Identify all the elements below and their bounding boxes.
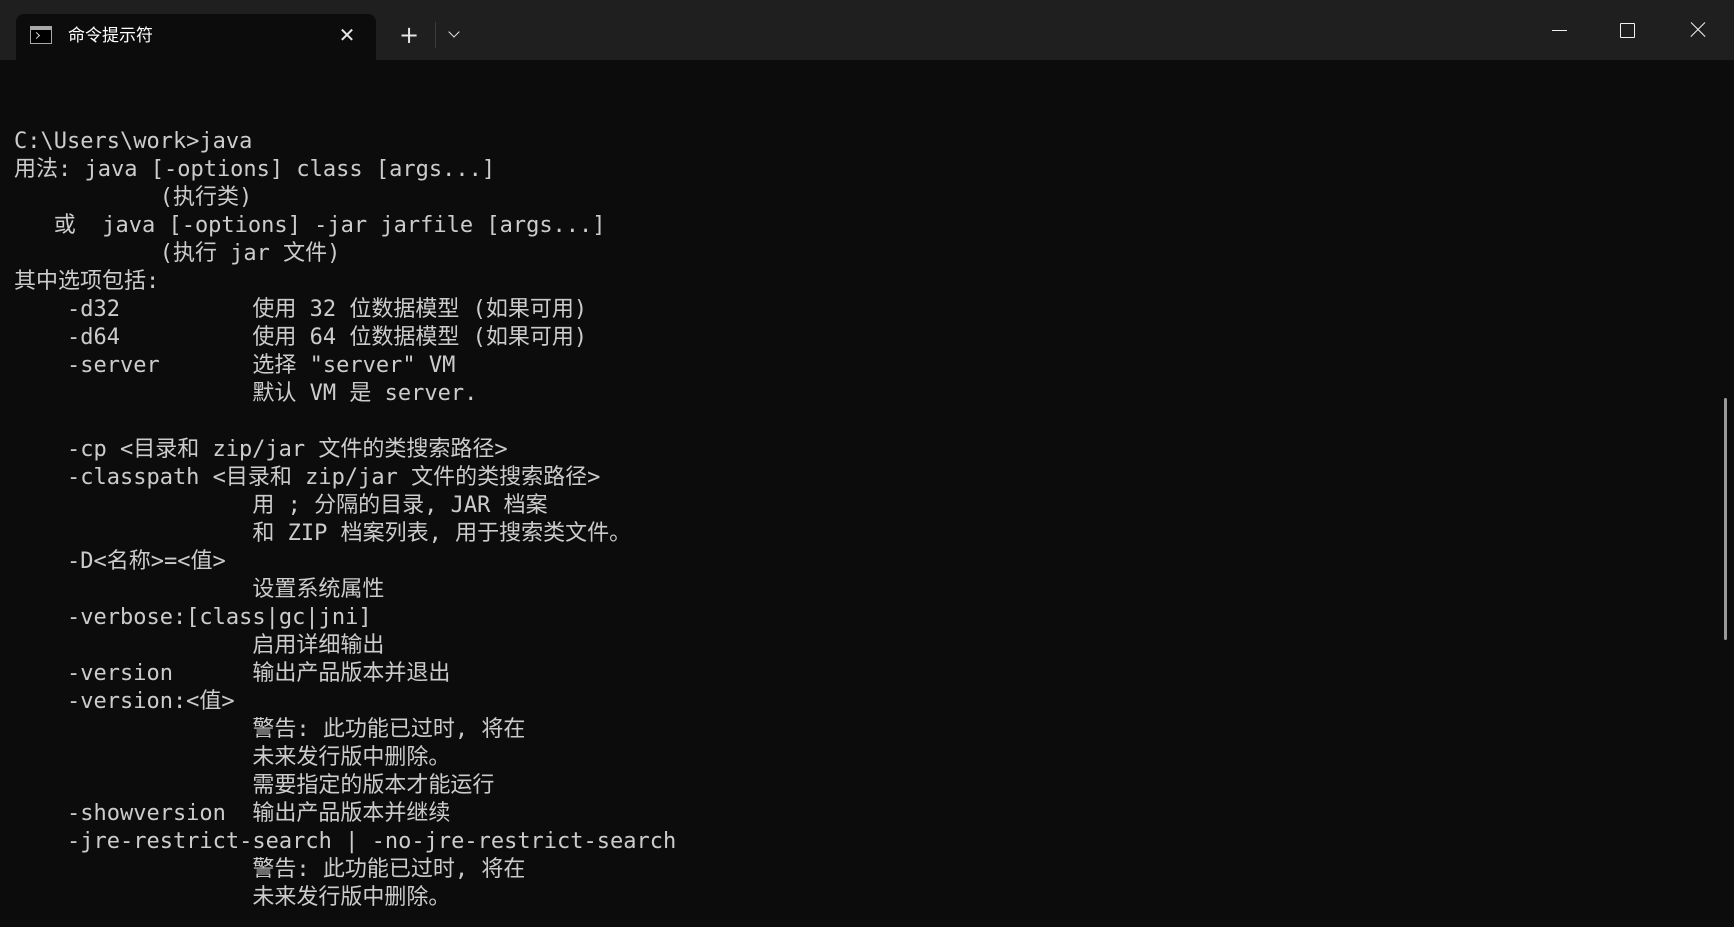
console-line: -cp <目录和 zip/jar 文件的类搜索路径> [14,437,508,462]
console-line: -showversion 输出产品版本并继续 [14,801,451,826]
console-line: 未来发行版中删除。 [14,885,451,910]
minimize-icon[interactable] [1536,8,1582,52]
console-line: -jre-restrict-search | -no-jre-restrict-… [14,829,677,854]
console-line: 或 java [-options] -jar jarfile [args...] [14,213,606,238]
tab-command-prompt[interactable]: 命令提示符 ✕ [16,14,376,60]
title-bar: 命令提示符 ✕ + [0,0,1734,60]
console-line: 默认 VM 是 server. [14,381,478,406]
chevron-down-icon[interactable] [440,20,470,50]
console-line: -d64 使用 64 位数据模型 (如果可用) [14,325,588,350]
console-line: -d32 使用 32 位数据模型 (如果可用) [14,297,588,322]
console-line: 设置系统属性 [14,577,385,602]
tab-close-icon[interactable]: ✕ [334,22,360,48]
new-tab-button[interactable]: + [394,20,424,50]
console-line: -verbose:[class|gc|jni] [14,605,372,630]
terminal-icon [30,26,52,44]
console-line: 警告: 此功能已过时, 将在 [14,857,526,882]
console-line: 需要指定的版本才能运行 [14,773,495,798]
console-output[interactable]: C:\Users\work>java 用法: java [-options] cl… [14,128,1714,912]
close-icon[interactable] [1674,8,1720,52]
console-line: (执行类) [14,185,253,210]
console-line: -server 选择 "server" VM [14,353,456,378]
console-line: 和 ZIP 档案列表, 用于搜索类文件。 [14,521,632,546]
console-line: -classpath <目录和 zip/jar 文件的类搜索路径> [14,465,601,490]
maximize-icon[interactable] [1604,8,1650,52]
console-line: 其中选项包括: [14,269,160,294]
console-line: -D<名称>=<值> [14,549,226,574]
tab-title: 命令提示符 [68,26,153,46]
console-line: -version:<值> [14,689,235,714]
vertical-scrollbar[interactable] [1724,398,1727,640]
console-line: 启用详细输出 [14,633,385,658]
console-line: (执行 jar 文件) [14,241,341,266]
console-line: 警告: 此功能已过时, 将在 [14,717,526,742]
console-line: C:\Users\work>java [14,129,253,154]
console-line: 未来发行版中删除。 [14,745,451,770]
console-line: 用 ; 分隔的目录, JAR 档案 [14,493,548,518]
terminal-window: 命令提示符 ✕ + C:\Users\work>java 用法: java [-o… [0,0,1734,927]
console-line: -version 输出产品版本并退出 [14,661,451,686]
console-line: 用法: java [-options] class [args...] [14,157,496,182]
tab-divider [435,22,436,48]
